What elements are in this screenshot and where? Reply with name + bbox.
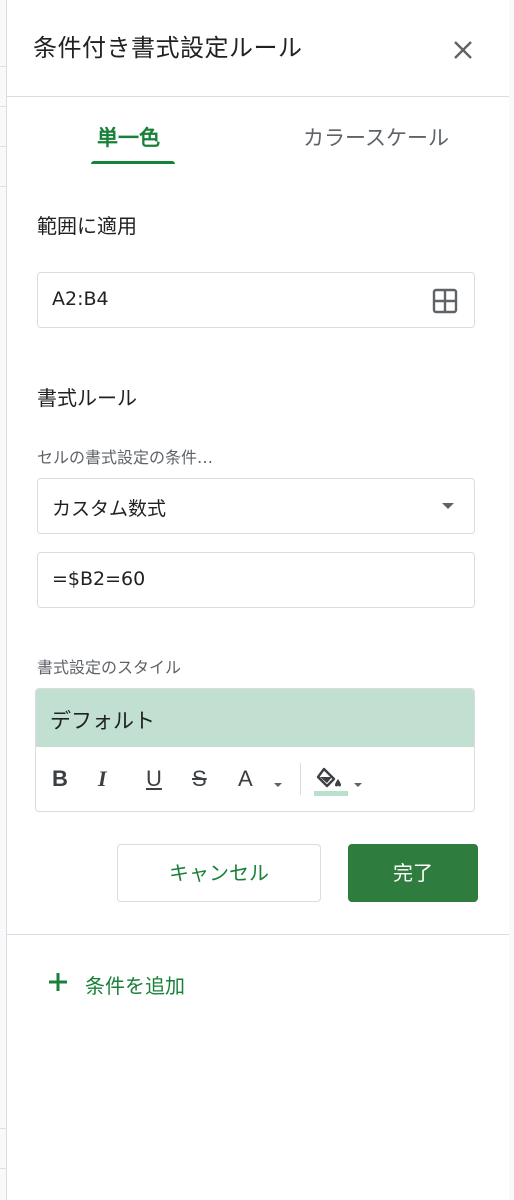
conditional-format-panel: 条件付き書式設定ルール 単一色 カラースケール 範囲に適用 A2:B4 書式ルー…: [6, 0, 509, 1200]
condition-label: セルの書式設定の条件…: [37, 448, 214, 467]
active-tab-indicator: [91, 161, 175, 164]
fill-color-button[interactable]: [314, 765, 350, 796]
tab-bar: 単一色 カラースケール: [7, 96, 509, 166]
strikethrough-button[interactable]: S: [192, 765, 207, 793]
formula-input[interactable]: =$B2=60: [37, 552, 475, 608]
format-rules-label: 書式ルール: [37, 386, 137, 410]
close-icon: [454, 41, 472, 59]
panel-title: 条件付き書式設定ルール: [33, 34, 303, 62]
condition-dropdown[interactable]: カスタム数式: [37, 478, 475, 534]
style-preview-text: デフォルト: [50, 709, 155, 733]
style-preview[interactable]: デフォルト: [36, 689, 474, 747]
panel-header: 条件付き書式設定ルール: [7, 0, 509, 97]
format-style-box: デフォルト B I U S A: [35, 688, 475, 812]
italic-button[interactable]: I: [98, 765, 107, 793]
grid-select-icon[interactable]: [432, 288, 458, 314]
range-input[interactable]: A2:B4: [37, 272, 475, 328]
text-color-icon: A: [238, 766, 253, 791]
tab-single-color[interactable]: 単一色: [97, 122, 160, 152]
tab-color-scale[interactable]: カラースケール: [303, 122, 449, 152]
chevron-down-icon: [442, 503, 454, 509]
divider: [7, 934, 509, 935]
cancel-button[interactable]: キャンセル: [117, 844, 321, 902]
format-style-label: 書式設定のスタイル: [37, 658, 182, 677]
fill-color-caret-icon: [354, 783, 362, 787]
fill-bucket-icon: [314, 767, 348, 796]
done-button[interactable]: 完了: [348, 844, 478, 902]
condition-value: カスタム数式: [52, 498, 167, 520]
toolbar-separator: [300, 763, 301, 795]
text-color-button[interactable]: A: [238, 765, 253, 793]
apply-range-label: 範囲に適用: [37, 214, 137, 238]
range-value: A2:B4: [52, 288, 109, 310]
text-color-caret-icon: [274, 783, 282, 787]
bold-button[interactable]: B: [52, 765, 68, 793]
close-button[interactable]: [447, 34, 479, 66]
style-toolbar: B I U S A: [36, 747, 474, 811]
plus-icon: [49, 973, 67, 991]
add-rule-label: 条件を追加: [85, 974, 185, 998]
formula-value: =$B2=60: [52, 568, 146, 590]
underline-button[interactable]: U: [146, 765, 162, 793]
